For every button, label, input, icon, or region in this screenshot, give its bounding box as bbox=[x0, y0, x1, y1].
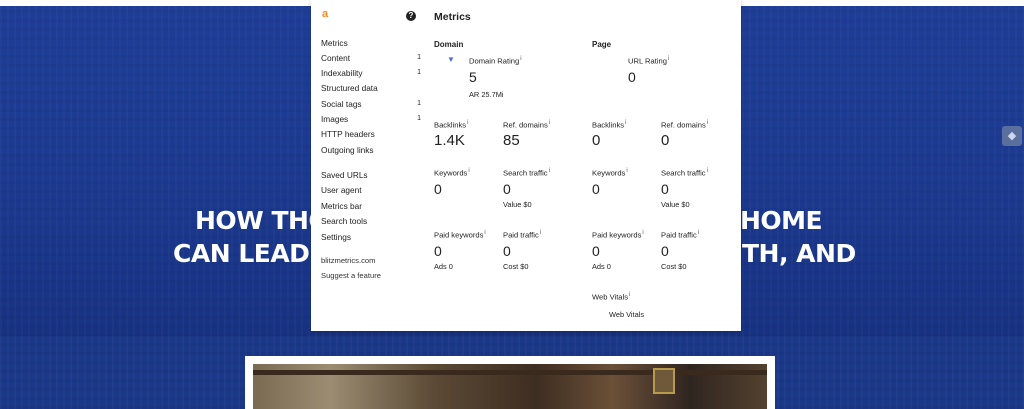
domain-keywords-label: Keywordsi bbox=[434, 168, 470, 178]
page-paid-traffic-sub: Cost $0 bbox=[661, 262, 687, 271]
domain-rating-label: Domain Ratingi bbox=[469, 56, 522, 66]
domain-paid-keywords-sub: Ads 0 bbox=[434, 262, 453, 271]
nav-item-http-headers[interactable]: HTTP headers bbox=[321, 127, 421, 141]
info-icon[interactable]: i bbox=[484, 230, 485, 236]
content-count: 1 bbox=[417, 54, 421, 61]
web-vitals-link[interactable]: Web Vitals bbox=[609, 310, 644, 319]
page-backlinks-value[interactable]: 0 bbox=[592, 132, 600, 149]
page-ref-domains-value[interactable]: 0 bbox=[661, 132, 669, 149]
domain-search-traffic-sub: Value $0 bbox=[503, 200, 532, 209]
page-paid-keywords-label: Paid keywordsi bbox=[592, 230, 644, 240]
domain-backlinks-value[interactable]: 1.4K bbox=[434, 132, 465, 149]
page-search-traffic-value[interactable]: 0 bbox=[661, 181, 669, 197]
info-icon[interactable]: i bbox=[520, 56, 521, 62]
info-icon[interactable]: i bbox=[468, 168, 469, 174]
page-search-traffic-label: Search traffici bbox=[661, 168, 708, 178]
domain-heading: Domain bbox=[434, 40, 464, 49]
hero-line-2-left: CAN LEAD bbox=[173, 239, 310, 268]
domain-paid-traffic-sub: Cost $0 bbox=[503, 262, 529, 271]
info-icon[interactable]: i bbox=[626, 168, 627, 174]
seo-metrics-popup: a ? Metrics Content 1 Indexability 1 Str… bbox=[311, 0, 741, 331]
page-search-traffic-sub: Value $0 bbox=[661, 200, 690, 209]
hero-photo bbox=[253, 364, 767, 409]
page-paid-traffic-value[interactable]: 0 bbox=[661, 243, 669, 259]
domain-paid-traffic-label: Paid traffici bbox=[503, 230, 542, 240]
nav-item-metrics-bar[interactable]: Metrics bar bbox=[321, 199, 421, 213]
nav-item-images[interactable]: Images 1 bbox=[321, 112, 421, 126]
info-icon[interactable]: i bbox=[698, 230, 699, 236]
popup-title: Metrics bbox=[434, 11, 471, 23]
page-paid-traffic-label: Paid traffici bbox=[661, 230, 700, 240]
info-icon[interactable]: i bbox=[540, 230, 541, 236]
hero-line-1-right: HOME bbox=[740, 206, 823, 235]
page-paid-keywords-value[interactable]: 0 bbox=[592, 243, 600, 259]
hero-line-2-right: TH, AND bbox=[742, 239, 856, 268]
info-icon[interactable]: i bbox=[668, 56, 669, 62]
nav-item-saved-urls[interactable]: Saved URLs bbox=[321, 168, 421, 182]
nav-item-indexability[interactable]: Indexability 1 bbox=[321, 66, 421, 80]
info-icon[interactable]: i bbox=[642, 230, 643, 236]
domain-ref-domains-value[interactable]: 85 bbox=[503, 132, 520, 149]
social-tags-count: 1 bbox=[417, 100, 421, 107]
info-icon[interactable]: i bbox=[549, 168, 550, 174]
domain-paid-traffic-value[interactable]: 0 bbox=[503, 243, 511, 259]
suggest-feature-link[interactable]: Suggest a feature bbox=[321, 270, 421, 282]
site-link[interactable]: blitzmetrics.com bbox=[321, 255, 421, 267]
ahrefs-logo-icon[interactable]: a bbox=[322, 9, 331, 20]
hero-photo-frame bbox=[245, 356, 775, 409]
domain-paid-keywords-label: Paid keywordsi bbox=[434, 230, 486, 240]
nav-item-metrics[interactable]: Metrics bbox=[321, 36, 421, 50]
page-paid-keywords-sub: Ads 0 bbox=[592, 262, 611, 271]
indexability-count: 1 bbox=[417, 69, 421, 76]
domain-paid-keywords-value[interactable]: 0 bbox=[434, 243, 442, 259]
domain-search-traffic-label: Search traffici bbox=[503, 168, 550, 178]
domain-backlinks-label: Backlinksi bbox=[434, 120, 469, 130]
info-icon[interactable]: i bbox=[549, 120, 550, 126]
page-keywords-value[interactable]: 0 bbox=[592, 181, 600, 197]
hero-line-1-left: HOW THO bbox=[195, 206, 330, 235]
page-keywords-label: Keywordsi bbox=[592, 168, 628, 178]
info-icon[interactable]: i bbox=[629, 292, 630, 298]
domain-keywords-value[interactable]: 0 bbox=[434, 181, 442, 197]
url-rating-label: URL Ratingi bbox=[628, 56, 670, 66]
domain-rating-icon: ▼ bbox=[447, 55, 455, 64]
ar-value: AR 25.7Mi bbox=[469, 90, 504, 99]
nav-item-user-agent[interactable]: User agent bbox=[321, 183, 421, 197]
nav-item-content[interactable]: Content 1 bbox=[321, 51, 421, 65]
url-rating-value: 0 bbox=[628, 69, 636, 85]
domain-search-traffic-value[interactable]: 0 bbox=[503, 181, 511, 197]
nav-item-structured-data[interactable]: Structured data bbox=[321, 81, 421, 95]
help-icon[interactable]: ? bbox=[406, 11, 416, 21]
page-ref-domains-label: Ref. domainsi bbox=[661, 120, 709, 130]
nav-item-social-tags[interactable]: Social tags 1 bbox=[321, 97, 421, 111]
info-icon[interactable]: i bbox=[625, 120, 626, 126]
domain-rating-value: 5 bbox=[469, 69, 477, 85]
nav-item-settings[interactable]: Settings bbox=[321, 230, 421, 244]
domain-ref-domains-label: Ref. domainsi bbox=[503, 120, 551, 130]
info-icon[interactable]: i bbox=[467, 120, 468, 126]
nav-item-search-tools[interactable]: Search tools bbox=[321, 214, 421, 228]
page-backlinks-label: Backlinksi bbox=[592, 120, 627, 130]
web-vitals-label: Web Vitalsi bbox=[592, 292, 631, 302]
info-icon[interactable]: i bbox=[707, 168, 708, 174]
page-heading: Page bbox=[592, 40, 612, 49]
images-count: 1 bbox=[417, 115, 421, 122]
info-icon[interactable]: i bbox=[707, 120, 708, 126]
info-icon[interactable]: i bbox=[502, 90, 504, 99]
dropbox-icon[interactable]: ◆ bbox=[1002, 126, 1022, 146]
nav-item-outgoing-links[interactable]: Outgoing links bbox=[321, 143, 421, 157]
